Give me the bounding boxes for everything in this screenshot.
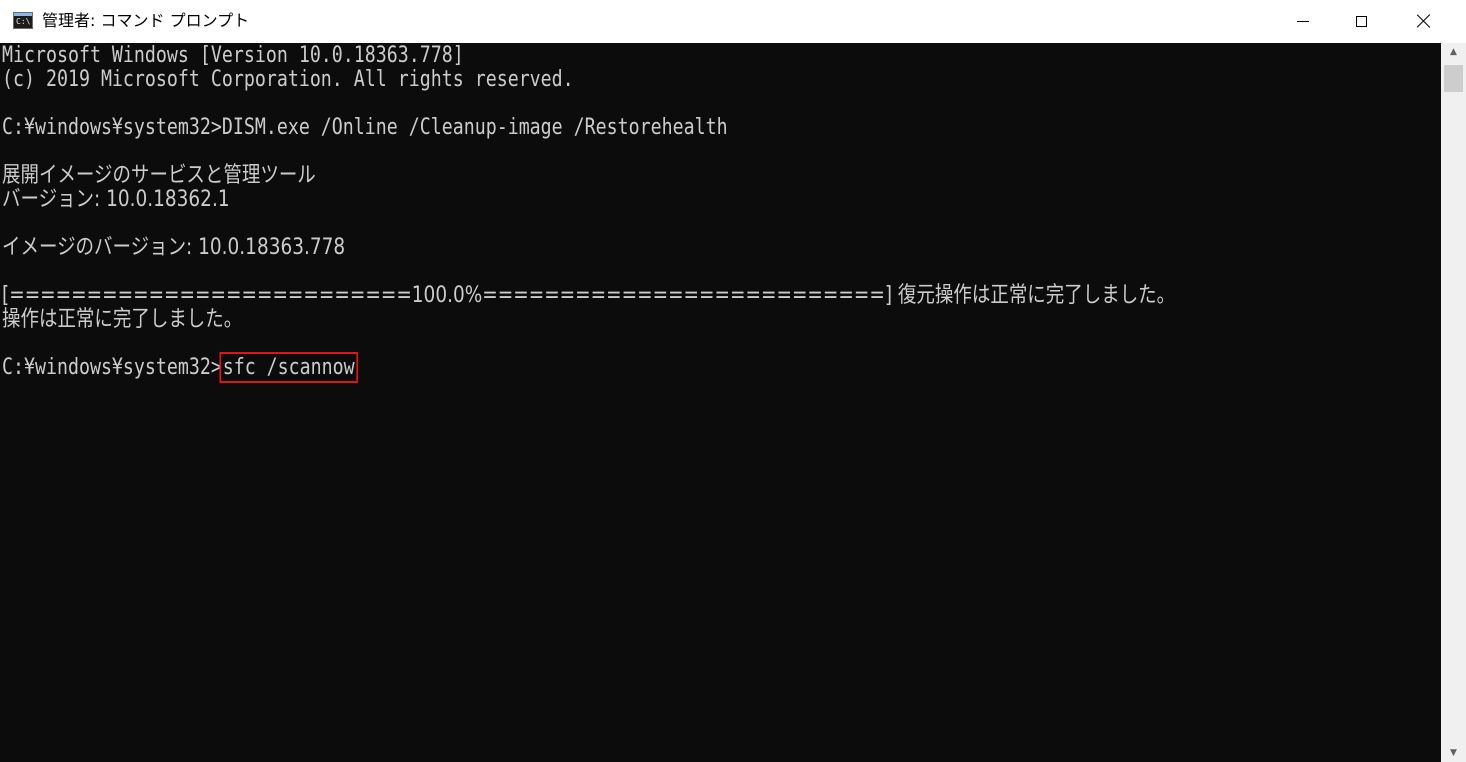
minimize-button[interactable] bbox=[1274, 0, 1332, 42]
title-bar[interactable]: C:\. 管理者: コマンド プロンプト bbox=[0, 0, 1466, 43]
maximize-button[interactable] bbox=[1332, 0, 1390, 42]
close-button[interactable] bbox=[1394, 0, 1454, 42]
console-line-dism-tool-name: 展開イメージのサービスと管理ツール bbox=[2, 163, 316, 188]
vertical-scrollbar[interactable]: ▲ ▼ bbox=[1441, 43, 1466, 762]
console-line-image-version: イメージのバージョン: 10.0.18363.778 bbox=[2, 235, 346, 260]
console-current-prompt-line[interactable]: C:¥windows¥system32>sfc /scannow bbox=[2, 352, 358, 383]
close-icon bbox=[1417, 14, 1431, 28]
scrollbar-thumb[interactable] bbox=[1444, 65, 1463, 92]
maximize-icon bbox=[1355, 15, 1367, 27]
scroll-up-arrow-icon[interactable]: ▲ bbox=[1441, 43, 1466, 61]
console-line-copyright: (c) 2019 Microsoft Corporation. All righ… bbox=[2, 67, 574, 92]
console-line-version: Microsoft Windows [Version 10.0.18363.77… bbox=[2, 43, 464, 68]
console-output-area[interactable]: Microsoft Windows [Version 10.0.18363.77… bbox=[0, 43, 1441, 762]
minimize-icon bbox=[1297, 20, 1309, 22]
console-line-progress: [==========================100.0%=======… bbox=[2, 283, 1176, 308]
console-line-dism-command: C:¥windows¥system32>DISM.exe /Online /Cl… bbox=[2, 115, 728, 140]
console-line-operation-complete: 操作は正常に完了しました。 bbox=[2, 307, 243, 332]
command-prompt-window: C:\. 管理者: コマンド プロンプト Microsoft Windows [… bbox=[0, 0, 1466, 762]
console-line-dism-version: バージョン: 10.0.18362.1 bbox=[2, 187, 230, 212]
scroll-down-arrow-icon[interactable]: ▼ bbox=[1441, 744, 1466, 762]
command-prompt-app-icon[interactable]: C:\. bbox=[13, 12, 33, 29]
window-title: 管理者: コマンド プロンプト bbox=[42, 11, 250, 30]
highlighted-command[interactable]: sfc /scannow bbox=[219, 352, 358, 383]
console-prompt: C:¥windows¥system32> bbox=[2, 355, 222, 380]
